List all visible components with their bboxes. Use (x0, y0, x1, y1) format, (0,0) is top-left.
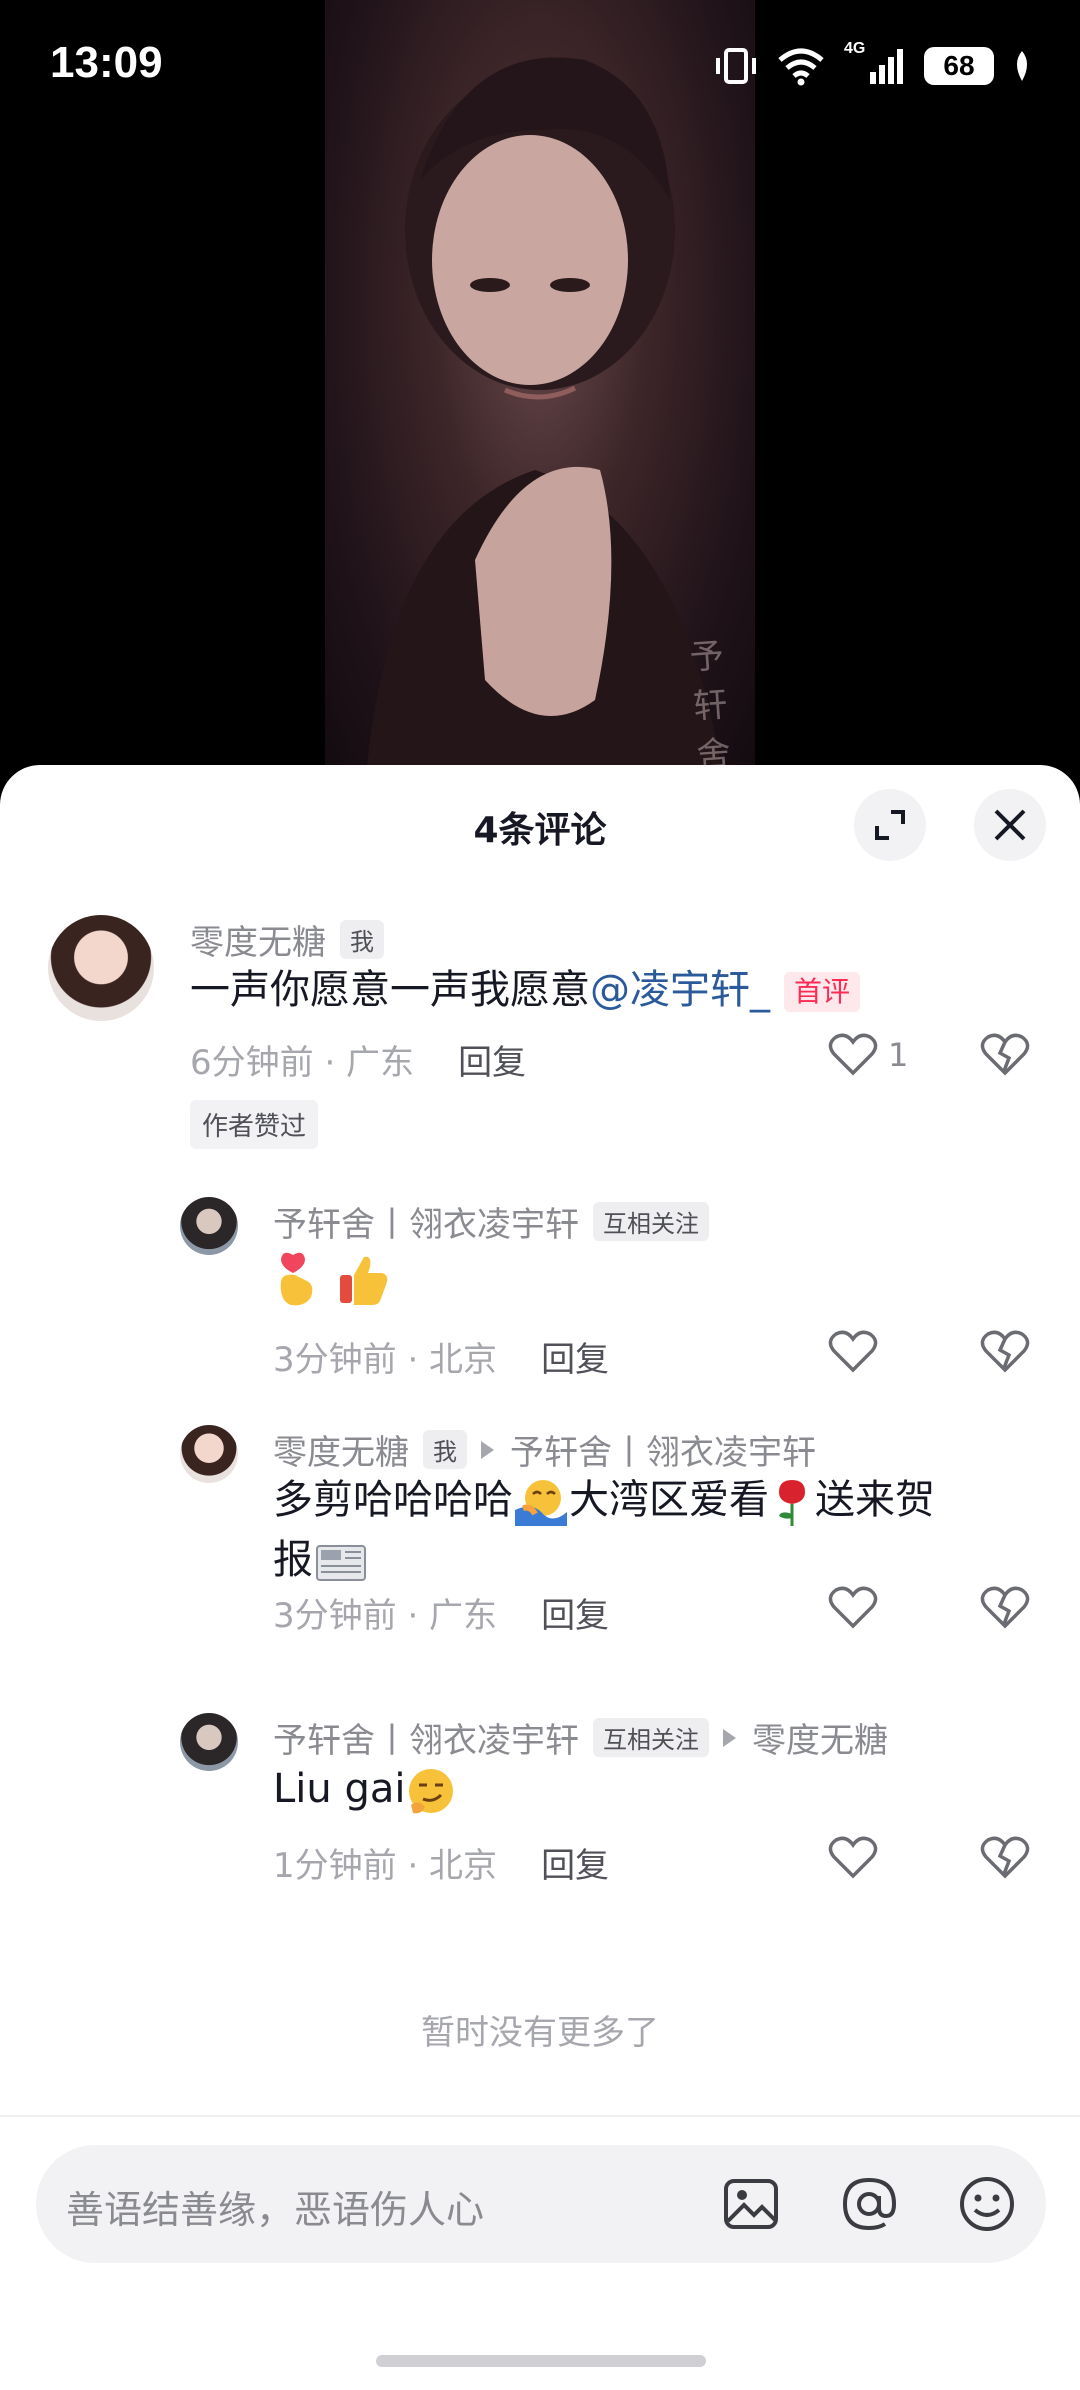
reply-to-user[interactable]: 予轩舍丨翎衣凌宇轩 (510, 1425, 816, 1474)
reply-arrow-icon (481, 1440, 494, 1459)
emoji-icon (960, 2177, 1014, 2231)
comment-body: 一声你愿意一声我愿意 (190, 967, 590, 1013)
sheet-header: 4条评论 (0, 765, 1080, 875)
broken-heart-icon (980, 1033, 1030, 1076)
reply-author[interactable]: 予轩舍丨翎衣凌宇轩 (273, 1197, 579, 1246)
reply-meta: 3分钟前 · 北京 回复 (273, 1332, 609, 1381)
video-watermark: 予轩舍 (688, 635, 733, 776)
home-indicator[interactable] (376, 2355, 706, 2367)
like-button[interactable] (828, 1586, 878, 1630)
comment-input-placeholder[interactable]: 善语结善缘，恶语伤人心 (66, 2179, 484, 2234)
first-comment-badge: 首评 (784, 972, 861, 1012)
reply-time-location: 3分钟前 · 北京 (273, 1340, 498, 1380)
reply-author-line: 予轩舍丨翎衣凌宇轩 互相关注 (273, 1197, 709, 1246)
close-button[interactable] (974, 789, 1046, 861)
image-icon (724, 2179, 778, 2229)
like-count: 1 (888, 1036, 909, 1074)
reply-time-location: 1分钟前 · 北京 (273, 1846, 498, 1886)
reply-meta: 3分钟前 · 广东 回复 (273, 1588, 609, 1637)
like-button[interactable] (828, 1836, 878, 1880)
network-type: 4G (844, 40, 866, 57)
no-more-text: 暂时没有更多了 (421, 2013, 659, 2053)
reply-author-line: 零度无糖 我 予轩舍丨翎衣凌宇轩 (273, 1425, 816, 1474)
dislike-button[interactable] (980, 1586, 1030, 1630)
heart-icon (828, 1033, 878, 1076)
reply-button[interactable]: 回复 (541, 1332, 609, 1381)
expand-button[interactable] (854, 789, 926, 861)
wifi-icon (778, 48, 824, 86)
broken-heart-icon (980, 1836, 1030, 1879)
expand-icon (875, 810, 905, 840)
rose-emoji (779, 1480, 805, 1526)
mutual-follow-tag: 互相关注 (593, 1718, 709, 1757)
status-time: 13:09 (50, 38, 163, 87)
comment-author[interactable]: 零度无糖 (190, 915, 326, 964)
reply-author-line: 予轩舍丨翎衣凌宇轩 互相关注 零度无糖 (273, 1713, 888, 1762)
dislike-button[interactable] (980, 1836, 1030, 1880)
reply-text-part-1: 多剪哈哈哈哈 (273, 1477, 513, 1523)
comment-sheet: 4条评论 零度无糖 我 一声你愿意一声我愿意@凌宇轩_ 首评 6分钟前 · 广东 … (0, 765, 1080, 2390)
comment-input[interactable]: 善语结善缘，恶语伤人心 (36, 2145, 1046, 2263)
reply-text-part-2: 大湾区爱看 (569, 1477, 769, 1523)
reply-text-part-3: 送来贺 (815, 1477, 935, 1523)
comment-text[interactable]: 一声你愿意一声我愿意@凌宇轩_ 首评 (190, 960, 861, 1020)
reply-text-part-4: 报 (273, 1537, 313, 1583)
reply-item: 予轩舍丨翎衣凌宇轩 互相关注 3分钟前 · 北京 回复 (0, 1197, 1080, 1380)
smirk-emoji (409, 1769, 454, 1814)
heart-icon (828, 1586, 878, 1629)
thumbs-up-emoji (339, 1256, 388, 1305)
cellular-signal: 4G (844, 40, 906, 86)
emoji-button[interactable] (952, 2169, 1022, 2239)
vibrate-icon (716, 48, 756, 84)
reply-text[interactable]: 多剪哈哈哈哈 大湾区爱看 送来贺 报 (273, 1470, 1033, 1590)
hug-emoji (515, 1480, 567, 1526)
battery-indicator: 68 (924, 47, 994, 85)
status-bar: 13:09 4G 68 (0, 0, 1080, 130)
like-button[interactable]: 1 (828, 1033, 908, 1077)
avatar[interactable] (48, 915, 154, 1021)
close-icon (994, 809, 1026, 841)
reply-time-location: 3分钟前 · 广东 (273, 1596, 498, 1636)
comment-meta: 6分钟前 · 广东 回复 (190, 1035, 526, 1084)
broken-heart-icon (980, 1330, 1030, 1373)
reply-button[interactable]: 回复 (541, 1838, 609, 1887)
comment-time-location: 6分钟前 · 广东 (190, 1043, 415, 1083)
reply-text[interactable] (273, 1247, 392, 1307)
like-button[interactable] (828, 1330, 878, 1374)
mention-link[interactable]: @凌宇轩_ (590, 967, 770, 1013)
leaf-icon (1017, 51, 1027, 81)
at-icon (842, 2177, 897, 2231)
reply-author[interactable]: 予轩舍丨翎衣凌宇轩 (273, 1713, 579, 1762)
reply-arrow-icon (723, 1728, 736, 1747)
author-tag: 我 (423, 1430, 467, 1469)
dislike-button[interactable] (980, 1330, 1030, 1374)
finger-heart-emoji (280, 1252, 313, 1306)
comment-author-line: 零度无糖 我 (190, 915, 384, 964)
heart-icon (828, 1836, 878, 1879)
comment-item: 零度无糖 我 一声你愿意一声我愿意@凌宇轩_ 首评 6分钟前 · 广东 回复 1 … (0, 915, 1080, 1165)
divider (0, 2115, 1080, 2117)
mention-button[interactable] (834, 2169, 904, 2239)
avatar[interactable] (180, 1713, 238, 1771)
avatar[interactable] (180, 1425, 238, 1483)
reply-text[interactable]: Liu gai (273, 1759, 457, 1819)
author-liked-badge: 作者赞过 (190, 1100, 319, 1149)
reply-body: Liu gai (273, 1766, 406, 1812)
reply-to-user[interactable]: 零度无糖 (752, 1713, 888, 1762)
author-tag: 我 (340, 920, 384, 959)
reply-meta: 1分钟前 · 北京 回复 (273, 1838, 609, 1887)
newspaper-emoji (316, 1545, 366, 1581)
reply-author[interactable]: 零度无糖 (273, 1425, 409, 1474)
reply-item: 零度无糖 我 予轩舍丨翎衣凌宇轩 多剪哈哈哈哈 大湾区爱看 送来贺 报 3分钟前… (0, 1425, 1080, 1636)
status-icons: 4G 68 (714, 40, 1032, 88)
avatar[interactable] (180, 1197, 238, 1255)
heart-icon (828, 1330, 878, 1373)
dislike-button[interactable] (980, 1033, 1030, 1077)
broken-heart-icon (980, 1586, 1030, 1629)
reply-item: 予轩舍丨翎衣凌宇轩 互相关注 零度无糖 Liu gai 1分钟前 · 北京 回复 (0, 1713, 1080, 1886)
mutual-follow-tag: 互相关注 (593, 1202, 709, 1241)
image-button[interactable] (716, 2169, 786, 2239)
reply-button[interactable]: 回复 (541, 1588, 609, 1637)
reply-button[interactable]: 回复 (458, 1035, 526, 1084)
